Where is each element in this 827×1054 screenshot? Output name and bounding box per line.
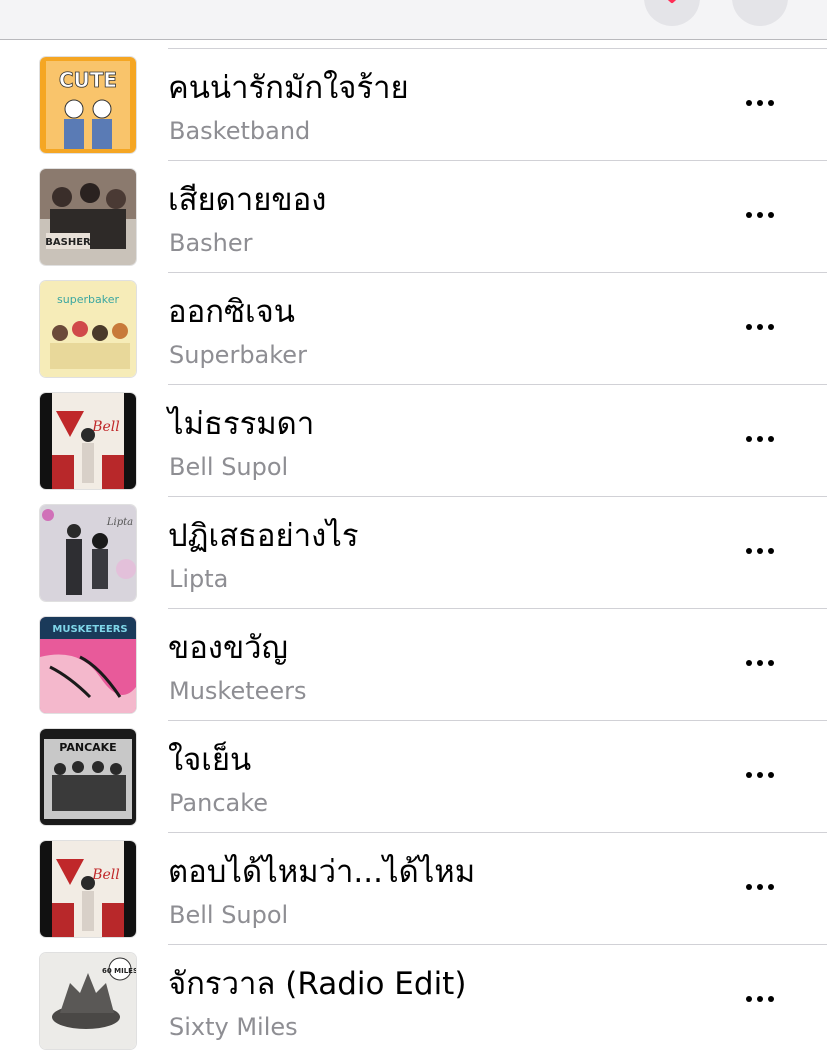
more-options-button[interactable] — [736, 984, 784, 1014]
song-title: ไม่ธรรมดา — [168, 406, 315, 442]
song-list: CUTE คนน่ารักมักใจร้าย Basketband BASHER… — [0, 48, 827, 1054]
row-divider — [168, 272, 827, 273]
ellipsis-dot — [768, 548, 774, 554]
song-title: ปฏิเสธอย่างไร — [168, 518, 359, 554]
row-divider — [168, 608, 827, 609]
song-row[interactable]: BASHER เสียดายของ Basher — [0, 160, 827, 272]
more-options-button[interactable] — [736, 88, 784, 118]
nav-more-button[interactable] — [732, 0, 788, 26]
ellipsis-dot — [757, 772, 763, 778]
row-divider — [168, 160, 827, 161]
more-options-button[interactable] — [736, 424, 784, 454]
ellipsis-dot — [757, 996, 763, 1002]
song-artist: Bell Supol — [169, 901, 289, 929]
album-artwork: 60 MILES — [40, 953, 136, 1049]
ellipsis-icon — [746, 660, 752, 666]
ellipsis-icon — [746, 324, 752, 330]
row-divider — [168, 496, 827, 497]
nav-bar — [0, 0, 827, 40]
song-title: ตอบได้ไหมว่า...ได้ไหม — [168, 854, 476, 890]
song-row[interactable]: CUTE คนน่ารักมักใจร้าย Basketband — [0, 48, 827, 160]
svg-text:CUTE: CUTE — [59, 68, 117, 92]
album-artwork: Bell — [40, 841, 136, 937]
row-divider — [168, 48, 827, 49]
song-artist: Basher — [169, 229, 253, 257]
song-row[interactable]: MUSKETEERS ของขวัญ Musketeers — [0, 608, 827, 720]
back-button[interactable] — [22, 0, 58, 18]
song-row[interactable]: Bell ไม่ธรรมดา Bell Supol — [0, 384, 827, 496]
ellipsis-icon — [746, 100, 752, 106]
more-options-button[interactable] — [736, 200, 784, 230]
ellipsis-dot — [768, 436, 774, 442]
album-artwork: MUSKETEERS — [40, 617, 136, 713]
album-artwork: Lipta — [40, 505, 136, 601]
album-artwork: CUTE — [40, 57, 136, 153]
song-title: เสียดายของ — [168, 182, 327, 218]
ellipsis-dot — [757, 100, 763, 106]
song-title: คนน่ารักมักใจร้าย — [168, 70, 409, 106]
song-row[interactable]: PANCAKE ใจเย็น Pancake — [0, 720, 827, 832]
ellipsis-icon — [746, 548, 752, 554]
ellipsis-icon — [746, 884, 752, 890]
svg-text:superbaker: superbaker — [57, 293, 119, 306]
song-row[interactable]: Lipta ปฏิเสธอย่างไร Lipta — [0, 496, 827, 608]
row-divider — [168, 384, 827, 385]
song-row[interactable]: Bell ตอบได้ไหมว่า...ได้ไหม Bell Supol — [0, 832, 827, 944]
svg-text:BASHER: BASHER — [45, 237, 91, 248]
ellipsis-dot — [768, 324, 774, 330]
download-button[interactable] — [644, 0, 700, 26]
song-title: ออกซิเจน — [168, 294, 295, 330]
ellipsis-dot — [757, 324, 763, 330]
more-options-button[interactable] — [736, 872, 784, 902]
ellipsis-dot — [768, 100, 774, 106]
more-options-button[interactable] — [736, 648, 784, 678]
album-artwork: PANCAKE — [40, 729, 136, 825]
ellipsis-dot — [757, 548, 763, 554]
row-divider — [168, 944, 827, 945]
ellipsis-dot — [768, 212, 774, 218]
more-options-button[interactable] — [736, 536, 784, 566]
ellipsis-icon — [746, 772, 752, 778]
svg-text:Bell: Bell — [91, 419, 120, 435]
more-options-button[interactable] — [736, 760, 784, 790]
app-screen: CUTE คนน่ารักมักใจร้าย Basketband BASHER… — [0, 0, 827, 1054]
song-artist: Superbaker — [169, 341, 307, 369]
song-artist: Sixty Miles — [169, 1013, 298, 1041]
song-title: จักรวาล (Radio Edit) — [168, 966, 467, 1002]
ellipsis-icon — [746, 212, 752, 218]
song-artist: Lipta — [169, 565, 229, 593]
album-artwork: BASHER — [40, 169, 136, 265]
ellipsis-dot — [768, 884, 774, 890]
song-artist: Bell Supol — [169, 453, 289, 481]
song-row[interactable]: superbaker ออกซิเจน Superbaker — [0, 272, 827, 384]
ellipsis-dot — [768, 660, 774, 666]
ellipsis-dot — [768, 772, 774, 778]
song-artist: Musketeers — [169, 677, 307, 705]
download-icon — [667, 0, 677, 3]
row-divider — [168, 720, 827, 721]
ellipsis-dot — [768, 996, 774, 1002]
svg-text:60 MILES: 60 MILES — [102, 967, 136, 975]
song-artist: Pancake — [169, 789, 269, 817]
ellipsis-dot — [757, 884, 763, 890]
svg-text:Bell: Bell — [91, 867, 120, 883]
song-artist: Basketband — [169, 117, 311, 145]
song-title: ใจเย็น — [168, 742, 252, 778]
svg-text:PANCAKE: PANCAKE — [59, 741, 116, 754]
chevron-left-icon — [22, 0, 58, 18]
ellipsis-icon — [746, 436, 752, 442]
svg-text:Lipta: Lipta — [106, 517, 133, 528]
svg-text:MUSKETEERS: MUSKETEERS — [52, 624, 127, 635]
album-artwork: Bell — [40, 393, 136, 489]
ellipsis-dot — [757, 436, 763, 442]
song-title: ของขวัญ — [168, 630, 288, 666]
more-options-button[interactable] — [736, 312, 784, 342]
row-divider — [168, 832, 827, 833]
ellipsis-icon — [746, 996, 752, 1002]
ellipsis-dot — [757, 212, 763, 218]
song-row[interactable]: 60 MILES จักรวาล (Radio Edit) Sixty Mile… — [0, 944, 827, 1054]
album-artwork: superbaker — [40, 281, 136, 377]
ellipsis-dot — [757, 660, 763, 666]
